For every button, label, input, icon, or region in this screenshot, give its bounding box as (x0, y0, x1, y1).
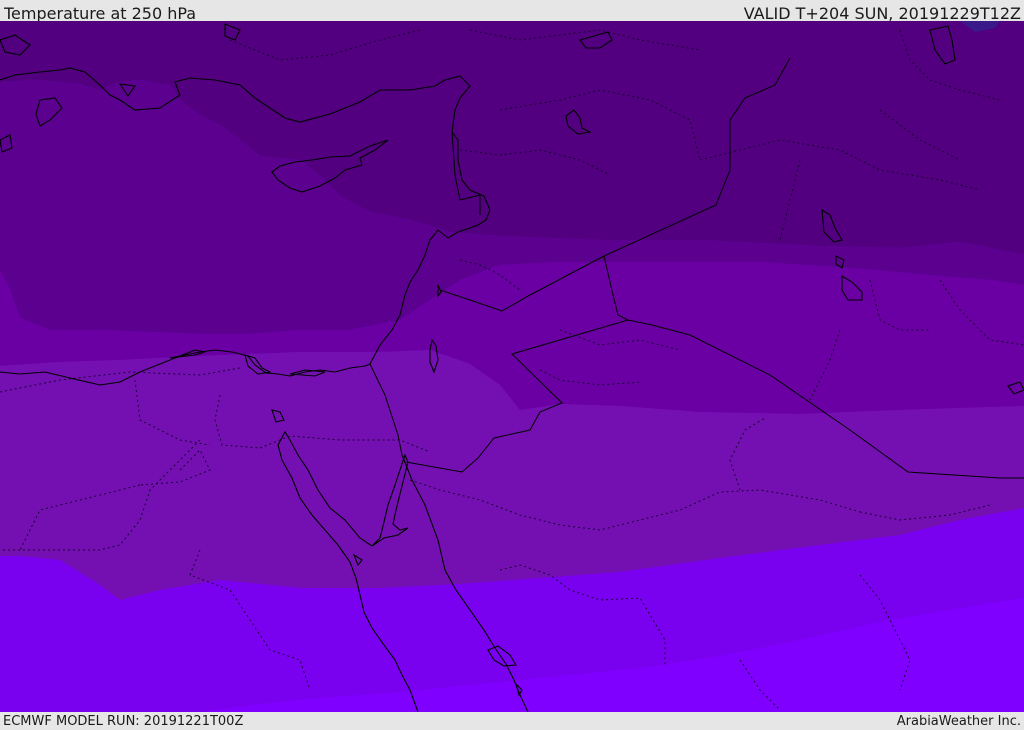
credit: ArabiaWeather Inc. (896, 714, 1021, 729)
temperature-map (0, 21, 1024, 712)
model-run: ECMWF MODEL RUN: 20191221T00Z (3, 714, 244, 729)
map-footer: ECMWF MODEL RUN: 20191221T00Z ArabiaWeat… (0, 712, 1024, 729)
map-canvas (0, 21, 1024, 712)
map-header: Temperature at 250 hPa VALID T+204 SUN, … (0, 0, 1024, 23)
